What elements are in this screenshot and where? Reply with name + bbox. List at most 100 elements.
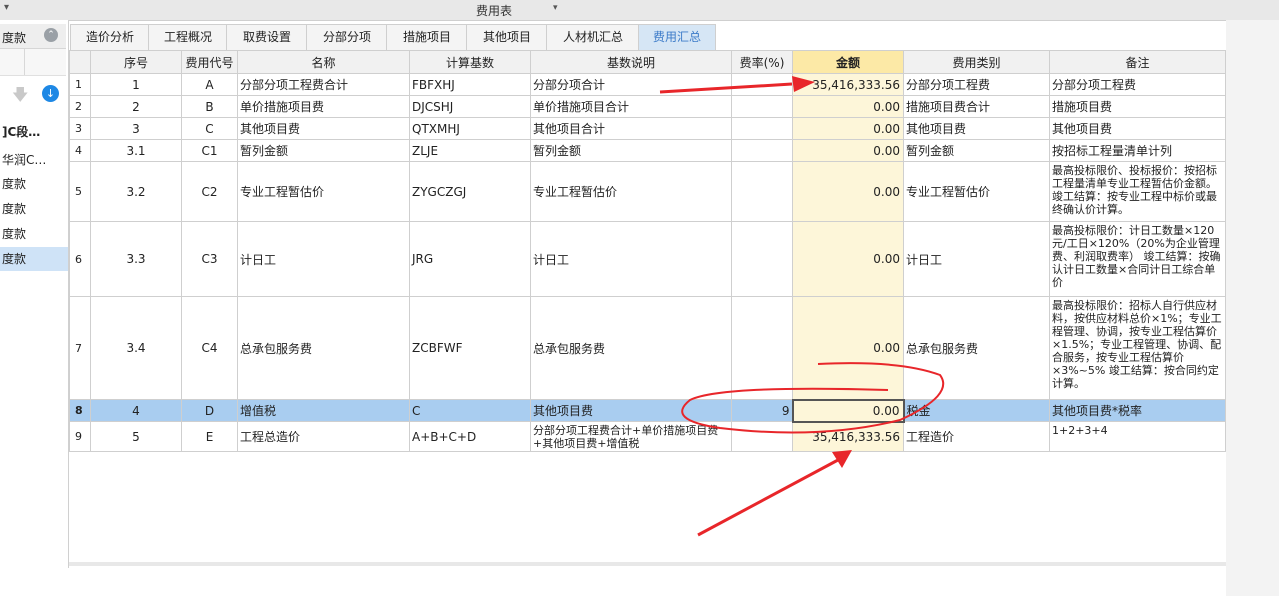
- cell-amount[interactable]: 35,416,333.56: [792, 421, 904, 452]
- cell-note[interactable]: 最高投标限价：招标人自行供应材料，按供应材料总价×1%；专业工程管理、协调，按专…: [1049, 296, 1226, 400]
- cell-amount[interactable]: 0.00: [792, 139, 904, 162]
- cell-base[interactable]: ZCBFWF: [409, 296, 531, 400]
- title-dropdown-icon[interactable]: ▾: [553, 3, 558, 13]
- cell-category[interactable]: 措施项目费合计: [903, 95, 1050, 118]
- cell-rate[interactable]: [731, 95, 793, 118]
- cell-amount[interactable]: 0.00: [792, 296, 904, 400]
- cell-seq[interactable]: 3.1: [90, 139, 182, 162]
- table-row[interactable]: 4 3.1 C1 暂列金额 ZLJE 暂列金额 0.00 暂列金额 按招标工程量清单计列: [69, 139, 1226, 162]
- cell-name[interactable]: 工程总造价: [237, 421, 410, 452]
- cell-base-desc[interactable]: 专业工程暂估价: [530, 161, 732, 222]
- column-header[interactable]: 金额: [792, 50, 904, 74]
- left-panel-item[interactable]: 度款: [0, 247, 68, 271]
- cell-name[interactable]: 其他项目费: [237, 117, 410, 140]
- cell-name[interactable]: 单价措施项目费: [237, 95, 410, 118]
- cell-seq[interactable]: 4: [90, 399, 182, 422]
- collapse-arrow-icon[interactable]: ▾: [4, 2, 9, 13]
- cell-note[interactable]: 按招标工程量清单计列: [1049, 139, 1226, 162]
- cell-name[interactable]: 分部分项工程费合计: [237, 73, 410, 96]
- cell-note[interactable]: 最高投标限价：计日工数量×120元/工日×120%（20%为企业管理费、利润取费…: [1049, 221, 1226, 297]
- cell-base-desc[interactable]: 其他项目合计: [530, 117, 732, 140]
- tab-1[interactable]: 工程概况: [148, 24, 228, 50]
- cell-seq[interactable]: 3: [90, 117, 182, 140]
- table-row[interactable]: 2 2 B 单价措施项目费 DJCSHJ 单价措施项目合计 0.00 措施项目费合计 措施项目费: [69, 95, 1226, 118]
- cell-code[interactable]: C4: [181, 296, 238, 400]
- left-panel-item[interactable]: 华润C…: [0, 148, 68, 172]
- cell-base[interactable]: QTXMHJ: [409, 117, 531, 140]
- cell-rate[interactable]: [731, 117, 793, 140]
- column-header[interactable]: 基数说明: [530, 50, 732, 74]
- cell-base-desc[interactable]: 暂列金额: [530, 139, 732, 162]
- cell-name[interactable]: 暂列金额: [237, 139, 410, 162]
- cell-num[interactable]: 9: [69, 421, 91, 452]
- cell-rate[interactable]: [731, 161, 793, 222]
- cell-seq[interactable]: 3.2: [90, 161, 182, 222]
- cell-rate[interactable]: [731, 73, 793, 96]
- left-panel-item[interactable]: 度款: [0, 172, 68, 196]
- cell-base-desc[interactable]: 计日工: [530, 221, 732, 297]
- tab-3[interactable]: 分部分项: [306, 24, 388, 50]
- horizontal-scrollbar[interactable]: [69, 562, 1226, 566]
- cell-base[interactable]: DJCSHJ: [409, 95, 531, 118]
- cell-rate[interactable]: [731, 296, 793, 400]
- tab-0[interactable]: 造价分析: [70, 24, 150, 50]
- column-header[interactable]: 费用类别: [903, 50, 1050, 74]
- cell-amount[interactable]: 0.00: [791, 398, 905, 423]
- column-header[interactable]: 备注: [1049, 50, 1226, 74]
- cell-rate[interactable]: [731, 221, 793, 297]
- table-row[interactable]: 6 3.3 C3 计日工 JRG 计日工 0.00 计日工 最高投标限价：计日工数量×120元/…: [69, 221, 1226, 297]
- cell-code[interactable]: C3: [181, 221, 238, 297]
- cell-base-desc[interactable]: 其他项目费: [530, 399, 732, 422]
- cell-note[interactable]: 措施项目费: [1049, 95, 1226, 118]
- cell-name[interactable]: 计日工: [237, 221, 410, 297]
- tab-7[interactable]: 费用汇总: [638, 24, 716, 50]
- cell-category[interactable]: 税金: [903, 399, 1050, 422]
- cell-name[interactable]: 增值税: [237, 399, 410, 422]
- cell-amount[interactable]: 0.00: [792, 117, 904, 140]
- cell-name[interactable]: 专业工程暂估价: [237, 161, 410, 222]
- table-row[interactable]: 7 3.4 C4 总承包服务费 ZCBFWF 总承包服务费 0.00 总承包服务费 最高投标限价…: [69, 296, 1226, 400]
- cell-category[interactable]: 工程造价: [903, 421, 1050, 452]
- tab-4[interactable]: 措施项目: [386, 24, 468, 50]
- cell-base[interactable]: ZYGCZGJ: [409, 161, 531, 222]
- cell-base[interactable]: JRG: [409, 221, 531, 297]
- cell-seq[interactable]: 5: [90, 421, 182, 452]
- cell-amount[interactable]: 35,416,333.56: [792, 73, 904, 96]
- tab-5[interactable]: 其他项目: [466, 24, 548, 50]
- cell-seq[interactable]: 3.4: [90, 296, 182, 400]
- column-header[interactable]: 序号: [90, 50, 182, 74]
- cell-note[interactable]: 其他项目费*税率: [1049, 399, 1226, 422]
- cell-code[interactable]: C: [181, 117, 238, 140]
- cell-rate[interactable]: [731, 139, 793, 162]
- table-row[interactable]: 9 5 E 工程总造价 A+B+C+D 分部分项工程费合计+单价措施项目费+其他项目费+增…: [69, 421, 1226, 452]
- cell-category[interactable]: 暂列金额: [903, 139, 1050, 162]
- cell-note[interactable]: 1+2+3+4: [1049, 421, 1226, 452]
- column-header[interactable]: 费率(%): [731, 50, 793, 74]
- cell-num[interactable]: 8: [69, 399, 91, 422]
- cell-num[interactable]: 6: [69, 221, 91, 297]
- cell-base-desc[interactable]: 总承包服务费: [530, 296, 732, 400]
- cell-amount[interactable]: 0.00: [792, 161, 904, 222]
- table-row[interactable]: 3 3 C 其他项目费 QTXMHJ 其他项目合计 0.00 其他项目费 其他项目费: [69, 117, 1226, 140]
- cell-code[interactable]: E: [181, 421, 238, 452]
- cell-code[interactable]: D: [181, 399, 238, 422]
- cell-num[interactable]: 3: [69, 117, 91, 140]
- table-row[interactable]: 1 1 A 分部分项工程费合计 FBFXHJ 分部分项合计 35,416,333.56 分部分…: [69, 73, 1226, 96]
- cell-base-desc[interactable]: 单价措施项目合计: [530, 95, 732, 118]
- column-header[interactable]: 计算基数: [409, 50, 531, 74]
- cell-amount[interactable]: 0.00: [792, 221, 904, 297]
- tab-2[interactable]: 取费设置: [226, 24, 308, 50]
- cell-category[interactable]: 分部分项工程费: [903, 73, 1050, 96]
- cell-category[interactable]: 其他项目费: [903, 117, 1050, 140]
- cell-code[interactable]: A: [181, 73, 238, 96]
- cell-note[interactable]: 最高投标限价、投标报价：按招标工程量清单专业工程暂估价金额。 竣工结算：按专业工…: [1049, 161, 1226, 222]
- left-panel-item[interactable]: ]C段…: [0, 120, 68, 144]
- cell-note[interactable]: 其他项目费: [1049, 117, 1226, 140]
- table-row[interactable]: 8 4 D 增值税 C 其他项目费 9 0.00 税金 其他项目费*税率: [69, 398, 1226, 423]
- cell-category[interactable]: 专业工程暂估价: [903, 161, 1050, 222]
- cell-code[interactable]: B: [181, 95, 238, 118]
- cell-amount[interactable]: 0.00: [792, 95, 904, 118]
- cell-category[interactable]: 计日工: [903, 221, 1050, 297]
- cell-seq[interactable]: 2: [90, 95, 182, 118]
- cell-num[interactable]: 1: [69, 73, 91, 96]
